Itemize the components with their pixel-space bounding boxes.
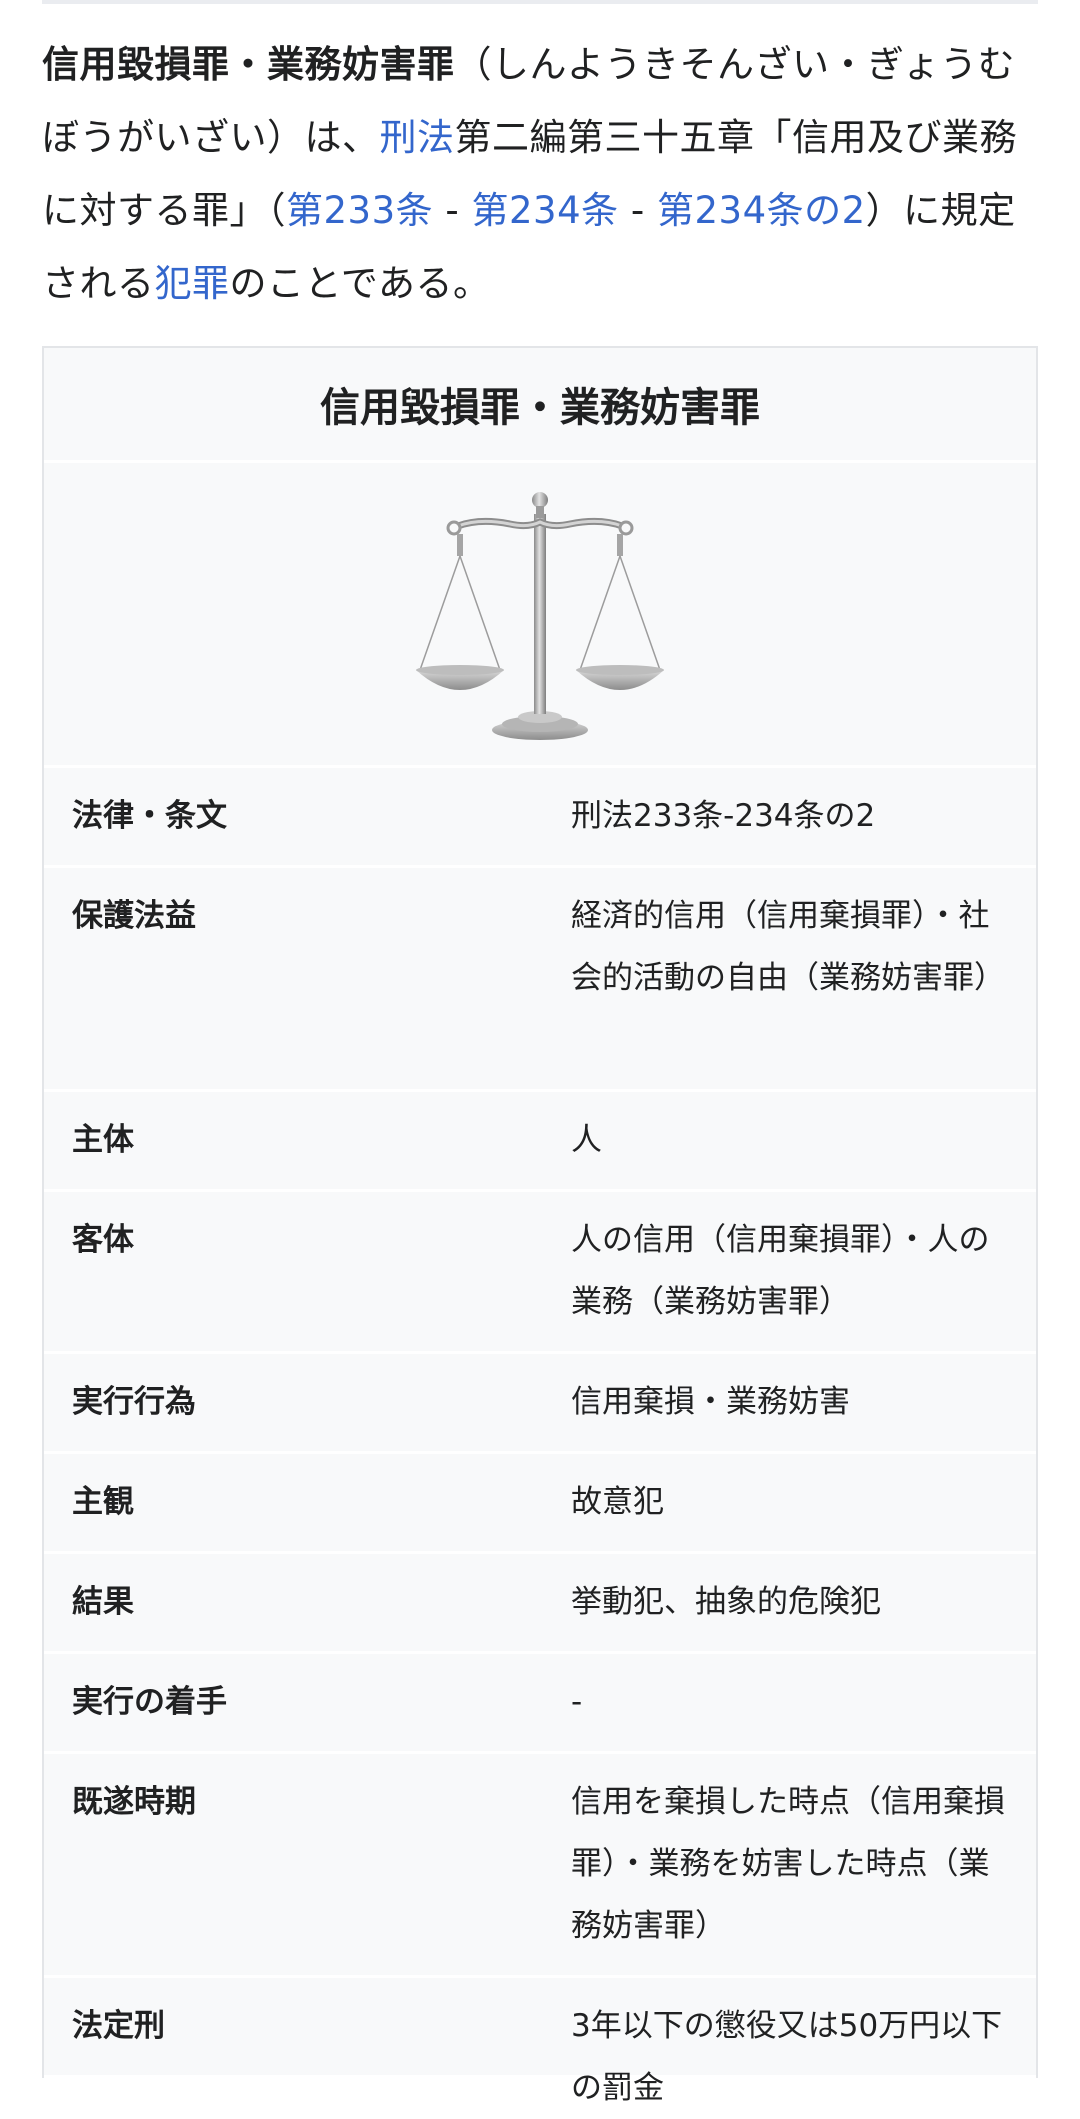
infobox-row: 法律・条文 刑法233条-234条の2 (44, 768, 1036, 868)
infobox-row-value: 人 (571, 1122, 602, 1158)
infobox-row-value: - (571, 1684, 583, 1720)
infobox-row-label: 法律・条文 (72, 798, 227, 834)
infobox-row-label: 既遂時期 (72, 1784, 196, 1820)
infobox-image[interactable] (44, 463, 1036, 768)
infobox-row: 法定刑 3年以下の懲役又は50万円以下の罰金 (44, 1978, 1036, 2106)
infobox-row-label: 実行の着手 (72, 1684, 227, 1720)
infobox-row-value: 故意犯 (571, 1484, 664, 1520)
infobox-row-label: 客体 (72, 1222, 134, 1258)
infobox-row: 主体 人 (44, 1092, 1036, 1192)
infobox-row: 実行の着手 - (44, 1654, 1036, 1754)
infobox-row-value: 3年以下の懲役又は50万円以下の罰金 (571, 2008, 1003, 2106)
infobox-row: 客体 人の信用（信用棄損罪）・人の業務（業務妨害罪） (44, 1192, 1036, 1354)
scales-of-justice-icon (416, 492, 664, 740)
infobox-row-label: 結果 (72, 1584, 134, 1620)
infobox-row: 主観 故意犯 (44, 1454, 1036, 1554)
infobox-row: 保護法益 経済的信用（信用棄損罪）・社会的活動の自由（業務妨害罪） (44, 868, 1036, 1092)
link-article-233[interactable]: 第233条 (286, 189, 433, 232)
infobox: 信用毀損罪・業務妨害罪 法律・条文 刑法233条-234条の2 保護法益 経済的… (42, 346, 1038, 2106)
infobox-row: 結果 挙動犯、抽象的危険犯 (44, 1554, 1036, 1654)
infobox-rows: 法律・条文 刑法233条-234条の2 保護法益 経済的信用（信用棄損罪）・社会的活動… (44, 768, 1036, 2106)
infobox-row-value: 信用棄損・業務妨害 (571, 1384, 850, 1420)
infobox-row-value: 刑法233条-234条の2 (571, 798, 876, 834)
infobox-title: 信用毀損罪・業務妨害罪 (44, 348, 1036, 463)
infobox-row: 既遂時期 信用を棄損した時点（信用棄損罪）・業務を妨害した時点（業務妨害罪） (44, 1754, 1036, 1978)
link-hanzai[interactable]: 犯罪 (155, 262, 230, 305)
infobox-row-label: 実行行為 (72, 1384, 196, 1420)
link-article-234-2[interactable]: 第234条の2 (657, 189, 866, 232)
article-intro: 信用毀損罪・業務妨害罪（しんようきそんざい・ぎょうむぼうがいざい）は、刑法第二編… (42, 28, 1042, 320)
infobox-row-value: 信用を棄損した時点（信用棄損罪）・業務を妨害した時点（業務妨害罪） (571, 1784, 1005, 1944)
infobox-row-label: 主観 (72, 1484, 134, 1520)
infobox-row-value: 経済的信用（信用棄損罪）・社会的活動の自由（業務妨害罪） (571, 898, 1005, 996)
infobox-row-label: 保護法益 (72, 898, 196, 934)
infobox-row-label: 主体 (72, 1122, 134, 1158)
intro-sep-1: - (433, 189, 472, 232)
top-divider (42, 0, 1038, 4)
link-keiho[interactable]: 刑法 (380, 116, 455, 159)
infobox-row-value: 人の信用（信用棄損罪）・人の業務（業務妨害罪） (571, 1222, 990, 1320)
infobox-row-value: 挙動犯、抽象的危険犯 (571, 1584, 881, 1620)
intro-bold-term: 信用毀損罪・業務妨害罪 (42, 43, 455, 86)
intro-sep-2: - (618, 189, 657, 232)
intro-text-4: のことである。 (229, 262, 491, 305)
infobox-row-label: 法定刑 (72, 2008, 165, 2044)
link-article-234[interactable]: 第234条 (472, 189, 619, 232)
infobox-row: 実行行為 信用棄損・業務妨害 (44, 1354, 1036, 1454)
